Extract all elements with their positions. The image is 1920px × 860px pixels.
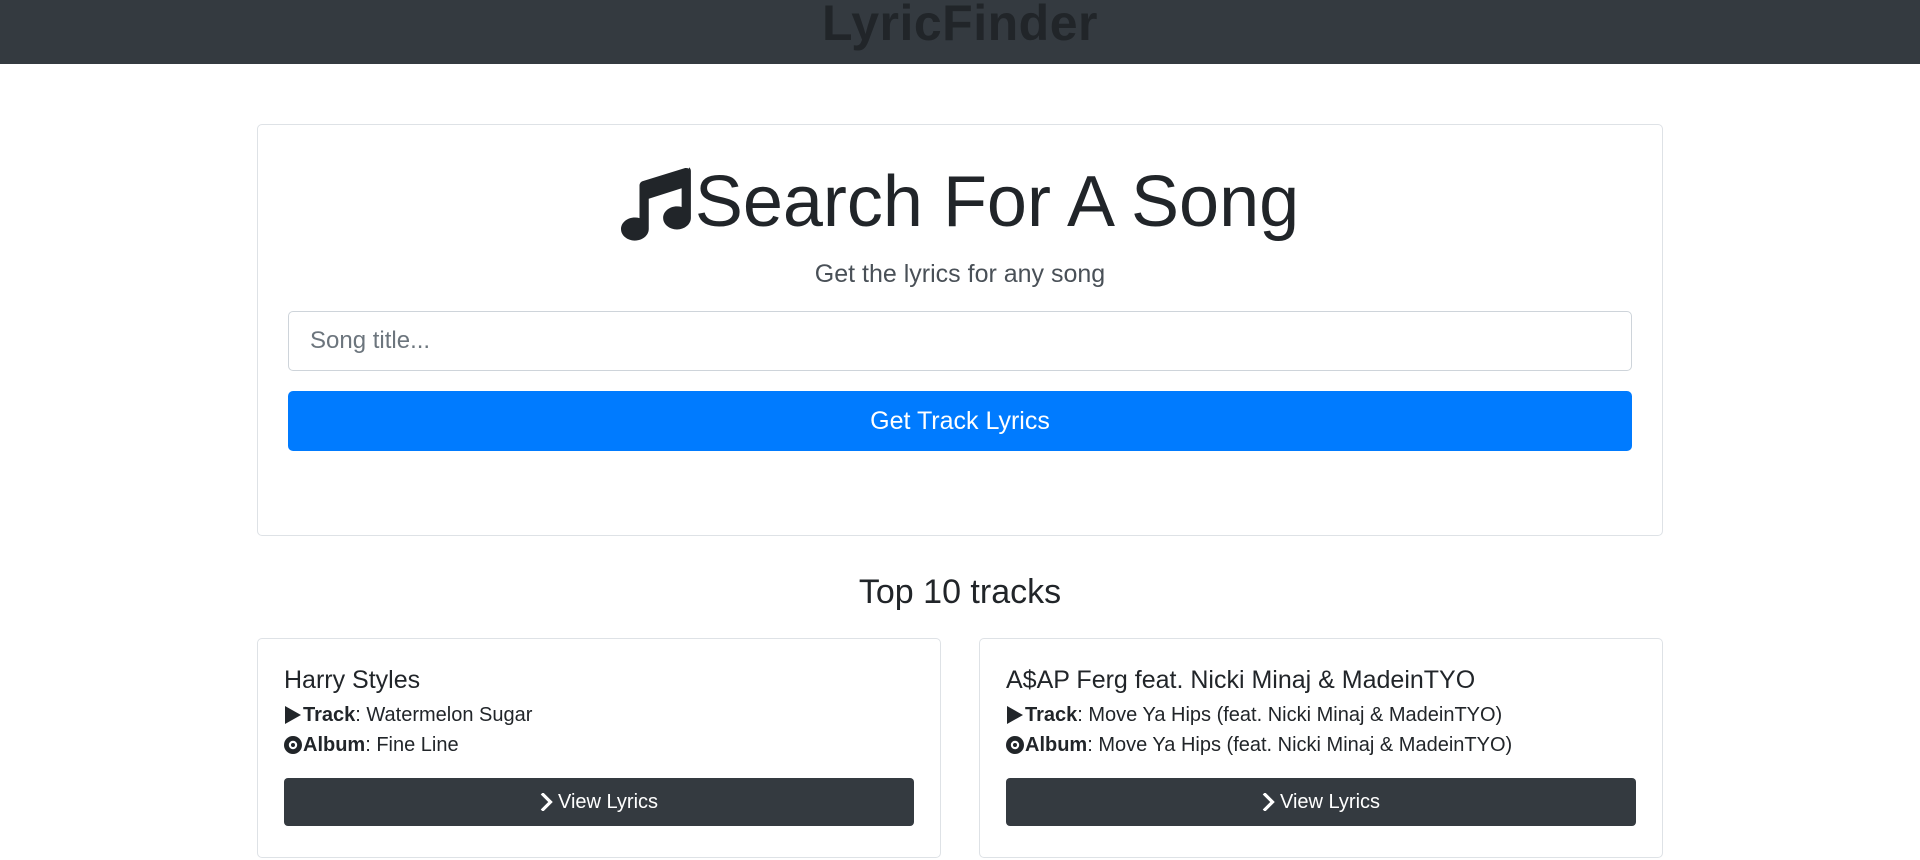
navbar: LyricFinder — [0, 0, 1920, 64]
album-line: Album : Fine Line — [284, 734, 914, 756]
brand-logo[interactable]: LyricFinder — [822, 0, 1098, 49]
search-title-text: Search For A Song — [694, 162, 1300, 242]
track-name: : Watermelon Sugar — [355, 704, 533, 726]
album-name: : Fine Line — [365, 734, 459, 756]
album-label: Album — [1025, 734, 1088, 756]
track-name: : Move Ya Hips (feat. Nicki Minaj & Made… — [1077, 704, 1503, 726]
artist-name: Harry Styles — [284, 666, 421, 694]
get-track-lyrics-button[interactable]: Get Track Lyrics — [288, 391, 1632, 451]
disc-icon — [1006, 736, 1024, 754]
album-label: Album — [303, 734, 366, 756]
chevron-right-icon — [540, 793, 553, 811]
track-card: Harry Styles Track : Watermelon Sugar Al… — [257, 638, 941, 858]
search-subtitle: Get the lyrics for any song — [814, 260, 1106, 288]
play-icon — [285, 706, 301, 724]
view-lyrics-button[interactable]: View Lyrics — [1006, 778, 1636, 826]
view-lyrics-button[interactable]: View Lyrics — [284, 778, 914, 826]
track-label: Track — [1025, 704, 1078, 726]
view-lyrics-label: View Lyrics — [557, 790, 659, 813]
song-title-input[interactable] — [288, 311, 1632, 371]
search-title: Search For A Song — [288, 125, 1632, 243]
album-name: : Move Ya Hips (feat. Nicki Minaj & Made… — [1087, 734, 1513, 756]
music-note-icon — [620, 167, 691, 241]
disc-icon — [284, 736, 302, 754]
main-container: Search For A Song Get the lyrics for any… — [257, 124, 1663, 858]
top-tracks-heading: Top 10 tracks — [858, 573, 1062, 611]
track-card: A$AP Ferg feat. Nicki Minaj & MadeinTYO … — [979, 638, 1663, 858]
track-line: Track : Watermelon Sugar — [284, 704, 914, 726]
track-label: Track — [303, 704, 356, 726]
artist-name: A$AP Ferg feat. Nicki Minaj & MadeinTYO — [1006, 666, 1476, 694]
chevron-right-icon — [1262, 793, 1275, 811]
track-line: Track : Move Ya Hips (feat. Nicki Minaj … — [1006, 704, 1636, 726]
search-card: Search For A Song Get the lyrics for any… — [257, 124, 1663, 536]
view-lyrics-label: View Lyrics — [1279, 790, 1381, 813]
play-icon — [1007, 706, 1023, 724]
album-line: Album : Move Ya Hips (feat. Nicki Minaj … — [1006, 734, 1636, 756]
tracks-list: Harry Styles Track : Watermelon Sugar Al… — [257, 638, 1663, 858]
